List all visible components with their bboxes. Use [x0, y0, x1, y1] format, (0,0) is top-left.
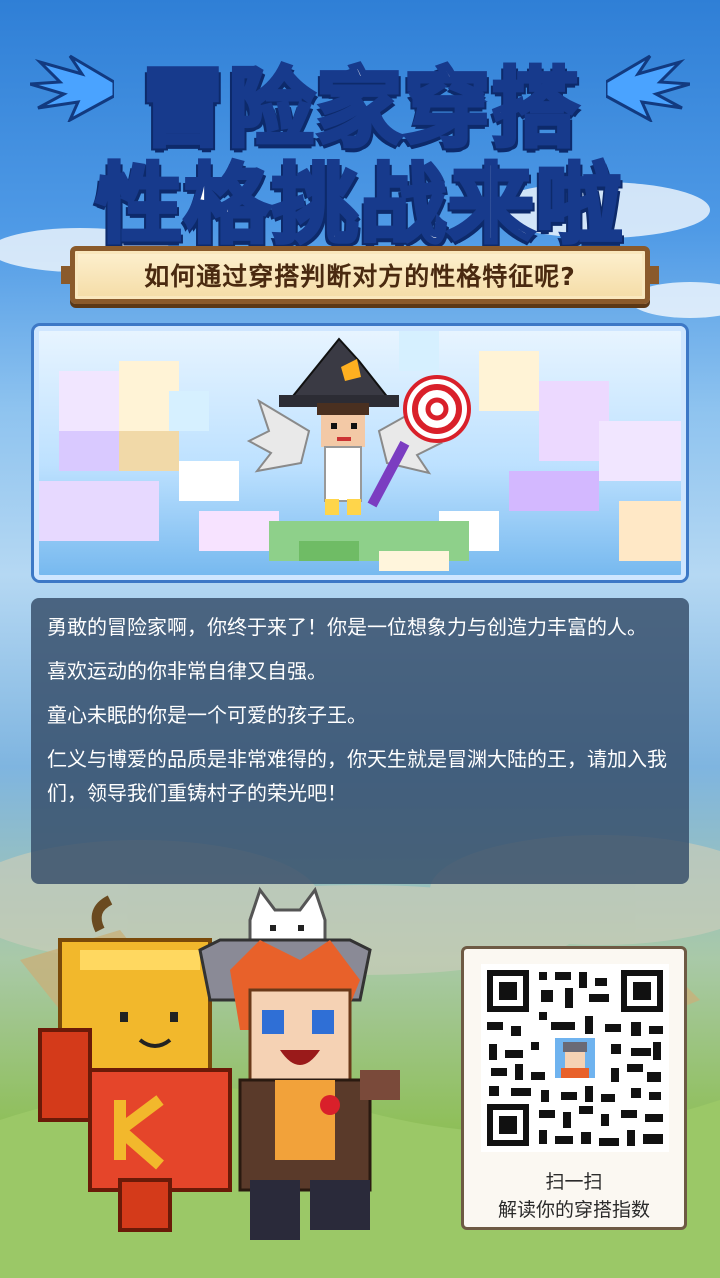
description-paragraph-3: 童心未眠的你是一个可爱的孩子王。 — [47, 703, 367, 727]
subtitle-banner: 如何通过穿搭判断对方的性格特征呢? — [61, 246, 659, 304]
character-scene-illustration — [34, 326, 686, 580]
qr-code-card[interactable]: 扫一扫 解读你的穿搭指数 — [461, 946, 687, 1230]
qr-caption-description: 解读你的穿搭指数 — [497, 1199, 650, 1221]
title-line-2: 性格挑战来啦 — [94, 153, 624, 257]
banner-nub-left — [61, 266, 73, 284]
description-paragraph-2: 喜欢运动的你非常自律又自强。 — [47, 659, 327, 683]
pixel-world-art — [39, 331, 681, 571]
qr-code[interactable] — [481, 964, 669, 1152]
description-paragraph-4: 仁义与博爱的品质是非常难得的，你天生就是冒渊大陆的王，请加入我们，领导我们重铸村… — [47, 747, 667, 805]
banner-nub-right — [647, 266, 659, 284]
subtitle-text: 如何通过穿搭判断对方的性格特征呢? — [144, 262, 576, 291]
description-paragraph-1: 勇敢的冒险家啊，你终于来了！你是一位想象力与创造力丰富的人。 — [47, 615, 647, 639]
description-panel: 勇敢的冒险家啊，你终于来了！你是一位想象力与创造力丰富的人。 喜欢运动的你非常自… — [31, 598, 689, 884]
title-area: 冒险家穿搭 性格挑战来啦 — [0, 16, 720, 257]
qr-caption-scan: 扫一扫 — [545, 1171, 603, 1193]
